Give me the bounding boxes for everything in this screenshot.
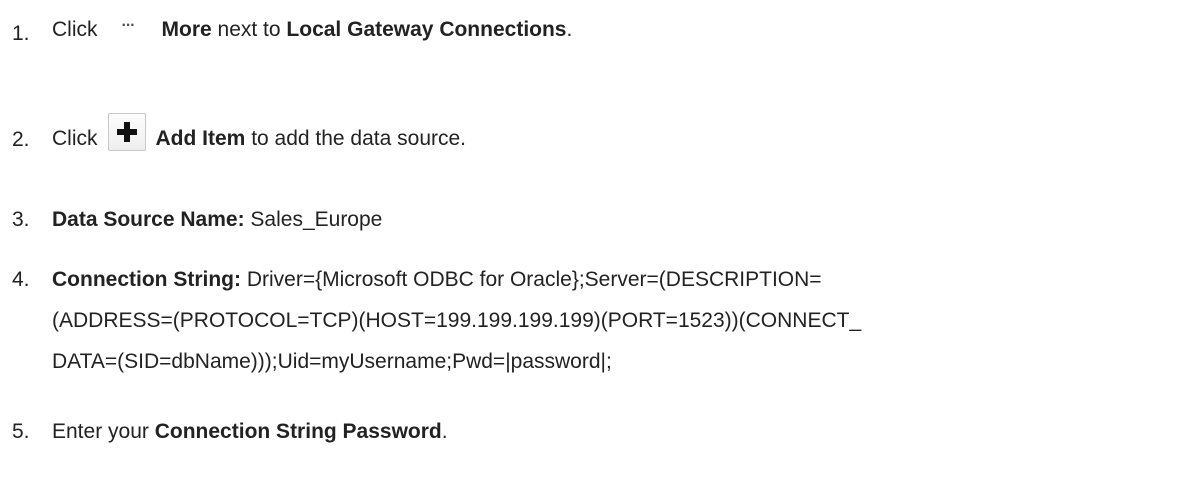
step-number: 5. — [12, 420, 30, 443]
connection-string-line: (ADDRESS=(PROTOCOL=TCP)(HOST=199.199.199… — [52, 309, 862, 332]
connection-string-label: Connection String: — [52, 268, 241, 291]
data-source-name-value: Sales_Europe — [250, 208, 383, 231]
local-gateway-connections-label: Local Gateway Connections — [286, 18, 567, 41]
step-number: 2. — [12, 128, 30, 151]
connection-string-password-label: Connection String Password — [154, 420, 442, 443]
more-label: More — [161, 18, 212, 41]
step-number: 4. — [12, 268, 30, 291]
connection-string-line: DATA=(SID=dbName)));Uid=myUsername;Pwd=|… — [52, 350, 612, 373]
plus-icon[interactable] — [107, 113, 146, 151]
connection-string-line: Driver={Microsoft ODBC for Oracle};Serve… — [246, 268, 822, 291]
step-number: 3. — [12, 208, 30, 231]
step-text: Enter your — [52, 420, 149, 443]
more-ellipsis-icon[interactable]: ··· — [110, 18, 148, 38]
step-text: next to — [217, 18, 281, 41]
data-source-name-label: Data Source Name: — [52, 208, 245, 231]
add-item-label: Add Item — [155, 127, 246, 150]
step-text: to add the data source. — [251, 127, 467, 150]
step-text: Click — [52, 18, 98, 41]
step-number: 1. — [12, 22, 30, 45]
step-text: Click — [52, 127, 98, 150]
